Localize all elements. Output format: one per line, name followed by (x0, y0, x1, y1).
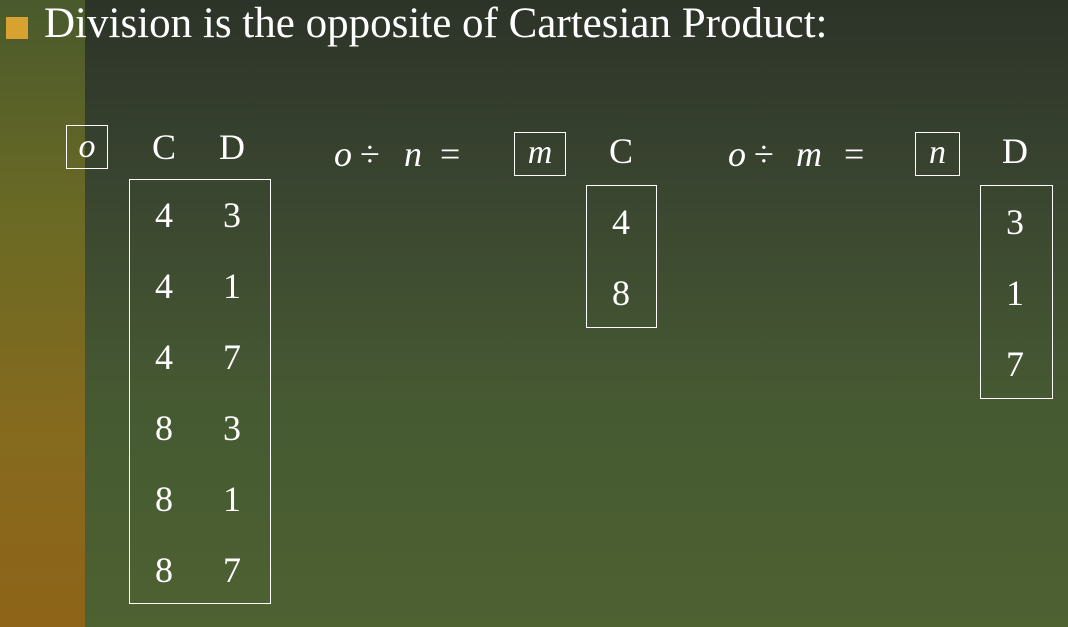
eq2-col-d: D (1002, 131, 1028, 171)
eq1-cell: 4 (612, 202, 630, 242)
eq2-cell: 3 (1006, 202, 1024, 242)
relation-o-cell: 3 (223, 408, 241, 448)
relation-o-col-d: D (219, 127, 245, 167)
eq1-cell: 8 (612, 273, 630, 313)
relation-o-cell: 4 (155, 337, 173, 377)
eq1-left: o (334, 134, 352, 174)
relation-o-cell: 8 (155, 479, 173, 519)
bullet-square (6, 17, 28, 39)
eq1-result-name: m (514, 132, 566, 176)
eq2-equals: = (844, 134, 865, 174)
relation-o-cell: 7 (223, 337, 241, 377)
eq2-left: o (728, 134, 746, 174)
relation-o-cell: 7 (223, 550, 241, 590)
relation-o-table (129, 179, 271, 604)
relation-o-cell: 4 (155, 266, 173, 306)
side-accent-bar (0, 0, 85, 627)
relation-o-cell: 1 (223, 266, 241, 306)
relation-o-cell: 3 (223, 195, 241, 235)
relation-o-col-c: C (151, 127, 176, 167)
eq1-equals: = (440, 134, 461, 174)
relation-o-cell: 1 (223, 479, 241, 519)
relation-o-cell: 4 (155, 195, 173, 235)
eq2-cell: 7 (1006, 344, 1024, 384)
eq2-right: m (796, 134, 822, 174)
relation-o-cell: 8 (155, 550, 173, 590)
relation-o-name: o (66, 125, 108, 169)
eq2-divide-symbol: ÷ (754, 134, 774, 174)
slide-heading: Division is the opposite of Cartesian Pr… (44, 0, 828, 47)
eq1-col-c: C (608, 131, 633, 171)
eq2-cell: 1 (1006, 273, 1024, 313)
eq2-result-name: n (915, 132, 960, 176)
eq1-divide-symbol: ÷ (360, 134, 380, 174)
relation-o-cell: 8 (155, 408, 173, 448)
eq1-right: n (404, 134, 422, 174)
